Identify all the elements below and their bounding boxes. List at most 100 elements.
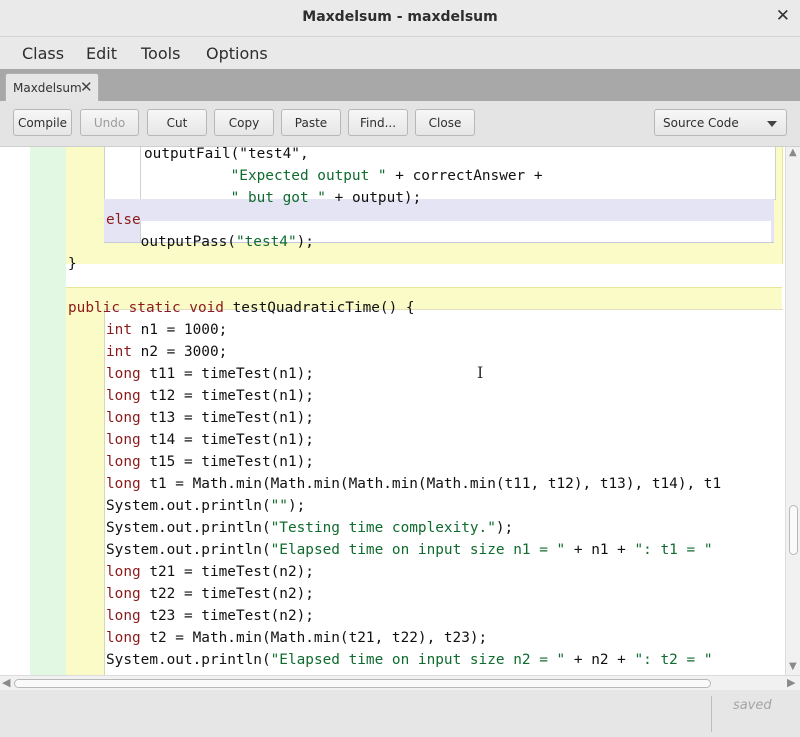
view-mode-value: Source Code	[663, 116, 739, 130]
code-line: System.out.println("Elapsed time on inpu…	[106, 539, 713, 561]
menu-edit[interactable]: Edit	[86, 44, 117, 63]
code-token: t22 = timeTest(n2);	[140, 586, 314, 602]
copy-button[interactable]: Copy	[214, 109, 274, 136]
code-line: else	[106, 209, 141, 231]
code-line: "Expected output " + correctAnswer +	[144, 165, 543, 187]
status-divider	[711, 696, 712, 732]
chevron-down-icon	[767, 121, 777, 127]
code-line: long t22 = timeTest(n2);	[106, 583, 314, 605]
menu-options[interactable]: Options	[206, 44, 268, 63]
vertical-scroll-thumb[interactable]	[789, 505, 798, 555]
code-line: long t15 = timeTest(n1);	[106, 451, 314, 473]
code-token: t2 = Math.min(Math.min(t21, t22), t23);	[140, 630, 488, 646]
code-token: );	[296, 234, 314, 250]
code-keyword: long	[106, 410, 141, 426]
close-icon[interactable]: ✕	[776, 6, 790, 26]
text-cursor-icon: I	[477, 363, 484, 382]
code-token: n1 = 1000;	[132, 322, 228, 338]
find-button[interactable]: Find...	[348, 109, 408, 136]
code-string: " but got "	[230, 190, 326, 206]
code-keyword: long	[106, 564, 141, 580]
code-token: System.out.println(	[106, 520, 271, 536]
tab-maxdelsum[interactable]: Maxdelsum ✕	[5, 73, 99, 102]
code-keyword: long	[106, 388, 141, 404]
menu-class[interactable]: Class	[22, 44, 64, 63]
view-mode-select[interactable]: Source Code	[654, 109, 787, 136]
code-string: "Elapsed time on input size n1 = "	[270, 542, 566, 558]
horizontal-scroll-thumb[interactable]	[14, 679, 711, 688]
close-button[interactable]: Close	[415, 109, 475, 136]
code-line: long t13 = timeTest(n1);	[106, 407, 314, 429]
code-token: + n1 +	[565, 542, 635, 558]
horizontal-scrollbar[interactable]: ◀ ▶	[0, 675, 800, 690]
code-token: testQuadraticTime() {	[223, 300, 415, 316]
code-line: outputFail("test4",	[144, 147, 309, 165]
vertical-scrollbar[interactable]: ▲ ▼	[785, 147, 800, 675]
code-line: long t21 = timeTest(n2);	[106, 561, 314, 583]
menu-bar: Class Edit Tools Options	[0, 37, 800, 69]
code-token: t23 = timeTest(n2);	[140, 608, 314, 624]
compile-button[interactable]: Compile	[13, 109, 72, 136]
tab-label: Maxdelsum	[13, 81, 82, 95]
code-line: long t2 = Math.min(Math.min(t21, t22), t…	[106, 627, 487, 649]
code-keyword: long	[106, 432, 141, 448]
save-status: saved	[733, 698, 772, 713]
code-line: public static void testQuadraticTime() {	[68, 297, 415, 319]
code-line: }	[68, 253, 77, 275]
status-bar: saved	[0, 690, 800, 737]
code-keyword: long	[106, 476, 141, 492]
code-keyword: else	[106, 212, 141, 228]
code-token: );	[287, 498, 306, 514]
code-line: long t1 = Math.min(Math.min(Math.min(Mat…	[106, 473, 721, 495]
code-token: t15 = timeTest(n1);	[140, 454, 314, 470]
code-line: outputPass("test4");	[106, 231, 314, 253]
code-token: );	[495, 520, 514, 536]
code-line: int n2 = 3000;	[106, 341, 227, 363]
code-token: outputPass(	[106, 234, 236, 250]
code-token: t14 = timeTest(n1);	[140, 432, 314, 448]
scroll-up-icon[interactable]: ▲	[789, 147, 797, 158]
code-keyword: long	[106, 366, 141, 382]
code-token: + correctAnswer +	[386, 168, 543, 184]
code-line: System.out.println("");	[106, 495, 305, 517]
undo-button[interactable]: Undo	[80, 109, 139, 136]
code-string: "Expected output "	[230, 168, 387, 184]
code-editor[interactable]: outputFail("test4", "Expected output " +…	[0, 147, 800, 675]
code-text: outputFail("test4", "Expected output " +…	[0, 147, 785, 675]
scroll-left-icon[interactable]: ◀	[2, 676, 10, 689]
tab-strip: Maxdelsum ✕	[0, 69, 800, 102]
toolbar: Compile Undo Cut Copy Paste Find... Clos…	[0, 101, 800, 147]
code-line: System.out.println("Testing time complex…	[106, 517, 513, 539]
code-line: System.out.println("Elapsed time on inpu…	[106, 649, 713, 671]
scroll-right-icon[interactable]: ▶	[787, 676, 795, 689]
code-string: "Elapsed time on input size n2 = "	[270, 652, 566, 668]
tab-close-icon[interactable]: ✕	[80, 78, 93, 96]
cut-button[interactable]: Cut	[147, 109, 207, 136]
code-token: n2 = 3000;	[132, 344, 228, 360]
code-token: t21 = timeTest(n2);	[140, 564, 314, 580]
code-token: System.out.println(	[106, 498, 271, 514]
code-token: + n2 +	[565, 652, 635, 668]
code-token: t11 = timeTest(n1);	[140, 366, 314, 382]
code-line: " but got " + output);	[144, 187, 422, 209]
code-line: long t14 = timeTest(n1);	[106, 429, 314, 451]
code-line: long t23 = timeTest(n2);	[106, 605, 314, 627]
code-line: long t11 = timeTest(n1);	[106, 363, 314, 385]
scroll-down-icon[interactable]: ▼	[789, 661, 797, 672]
code-line: int n1 = 1000;	[106, 319, 227, 341]
code-token: System.out.println(	[106, 652, 271, 668]
title-bar: Maxdelsum - maxdelsum ✕	[0, 0, 800, 37]
code-keyword: int	[106, 322, 132, 338]
code-token: t12 = timeTest(n1);	[140, 388, 314, 404]
menu-tools[interactable]: Tools	[141, 44, 180, 63]
paste-button[interactable]: Paste	[281, 109, 341, 136]
code-token: System.out.println(	[106, 542, 271, 558]
window-title: Maxdelsum - maxdelsum	[302, 9, 498, 25]
code-token: t13 = timeTest(n1);	[140, 410, 314, 426]
code-string: ""	[270, 498, 288, 514]
code-string: ": t1 = "	[634, 542, 713, 558]
code-keyword: long	[106, 586, 141, 602]
code-string: ": t2 = "	[634, 652, 713, 668]
